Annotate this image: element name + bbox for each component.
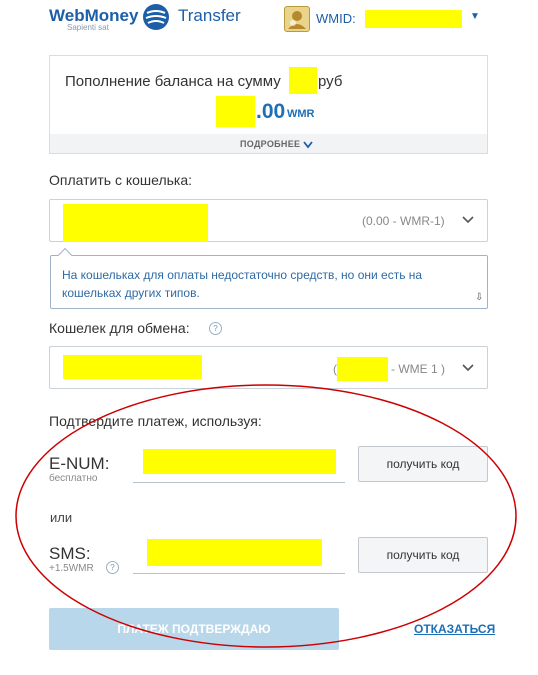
- or-separator: или: [50, 510, 73, 525]
- amount-currency: WMR: [287, 108, 315, 120]
- sms-sub: +1.5WMR: [49, 563, 94, 574]
- chevron-down-icon[interactable]: [462, 361, 474, 375]
- redacted-amount-inline: [289, 67, 317, 94]
- enum-code-input[interactable]: [133, 482, 345, 483]
- chevron-down-icon: [303, 141, 313, 149]
- chevron-glyph: [462, 364, 474, 372]
- redacted-sms-code: [147, 539, 322, 566]
- redacted-amount: [216, 96, 255, 127]
- enum-sub: бесплатно: [49, 473, 98, 484]
- logo-tagline: Sapienti sat: [67, 23, 109, 32]
- enum-get-code-button[interactable]: получить код: [358, 446, 488, 482]
- webmoney-globe-icon: [143, 4, 169, 30]
- cancel-link[interactable]: ОТКАЗАТЬСЯ: [414, 622, 495, 636]
- wmid-label[interactable]: WMID:: [316, 11, 356, 26]
- redacted-exchange-amount: [337, 357, 388, 381]
- sms-get-code-button[interactable]: получить код: [358, 537, 488, 573]
- pay-from-label: Оплатить с кошелька:: [49, 172, 193, 188]
- redacted-enum-code: [143, 449, 336, 474]
- help-icon[interactable]: ?: [209, 322, 222, 335]
- help-icon[interactable]: ?: [106, 561, 119, 574]
- redacted-wallet: [63, 204, 208, 242]
- pay-from-range: (0.00 - WMR-1): [362, 214, 445, 228]
- sms-label: SMS:: [49, 544, 91, 563]
- notice-text: На кошельках для оплаты недостаточно сре…: [62, 268, 423, 300]
- redacted-wmid: [365, 10, 462, 28]
- user-avatar-icon[interactable]: [284, 6, 310, 32]
- details-link-label: ПОДРОБНЕЕ: [240, 139, 301, 149]
- summary-title: Пополнение баланса на сумму: [65, 73, 281, 90]
- chevron-down-icon[interactable]: ▼: [470, 11, 480, 22]
- redacted-exchange-wallet: [63, 355, 202, 379]
- chevron-down-icon[interactable]: [462, 213, 474, 227]
- product-name: Transfer: [178, 6, 241, 25]
- avatar-glyph: [288, 11, 306, 29]
- confirm-section-title: Подтвердите платеж, используя:: [49, 413, 262, 429]
- amount-decimals: .00: [256, 100, 286, 123]
- exchange-wallet-label: Кошелек для обмена:: [49, 320, 190, 336]
- exchange-range-suffix: - WME 1 ): [391, 362, 445, 376]
- confirm-payment-button[interactable]: ПЛАТЕЖ ПОДТВЕРЖДАЮ: [49, 608, 339, 650]
- enum-label: E-NUM:: [49, 454, 110, 473]
- summary-unit: руб: [318, 73, 343, 90]
- chevron-glyph: [462, 216, 474, 224]
- resize-grip-icon[interactable]: ⇩: [475, 292, 483, 303]
- details-link[interactable]: ПОДРОБНЕЕ: [240, 139, 313, 149]
- sms-code-input[interactable]: [133, 573, 345, 574]
- globe-glyph: [144, 5, 168, 29]
